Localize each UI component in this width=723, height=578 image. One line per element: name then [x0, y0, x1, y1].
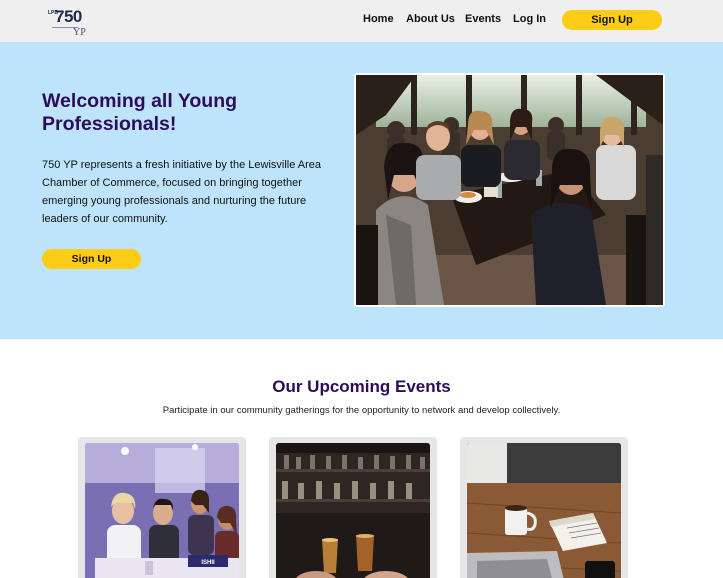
nav-events-link[interactable]: Events	[465, 13, 501, 25]
bar-toast-photo	[276, 443, 430, 578]
logo-suffix: YP	[73, 27, 86, 38]
events-section-subtitle: Participate in our community gatherings …	[162, 405, 561, 416]
nav-home-link[interactable]: Home	[363, 13, 394, 25]
laptop-coffee-notebook-photo	[467, 443, 621, 578]
logo-number: 750	[55, 7, 82, 26]
event-card-3[interactable]	[460, 437, 628, 578]
header-signup-button[interactable]: Sign Up	[562, 10, 662, 30]
desk-illustration	[467, 443, 621, 578]
hero-title: Welcoming all Young Professionals!	[42, 90, 238, 135]
bar-illustration	[276, 443, 430, 578]
card-badge-text: ISHII	[201, 560, 215, 566]
conference-attendees-photo: ISHII	[85, 443, 239, 578]
group-photo-illustration	[356, 75, 663, 305]
event-card-1[interactable]: ISHII	[78, 437, 246, 578]
event-card-2[interactable]	[269, 437, 437, 578]
site-header: LPB 750 YP Home About Us Events Log In S…	[0, 0, 723, 42]
hero-description: 750 YP represents a fresh initiative by …	[42, 159, 322, 225]
hero-group-photo	[354, 73, 665, 307]
site-logo[interactable]: LPB 750 YP	[46, 7, 90, 38]
hero-signup-button[interactable]: Sign Up	[42, 249, 141, 269]
nav-login-link[interactable]: Log In	[513, 13, 546, 25]
conference-illustration: ISHII	[85, 443, 239, 578]
events-section-title: Our Upcoming Events	[272, 377, 451, 396]
nav-about-link[interactable]: About Us	[406, 13, 455, 25]
hero-section: Welcoming all Young Professionals! 750 Y…	[0, 42, 723, 339]
